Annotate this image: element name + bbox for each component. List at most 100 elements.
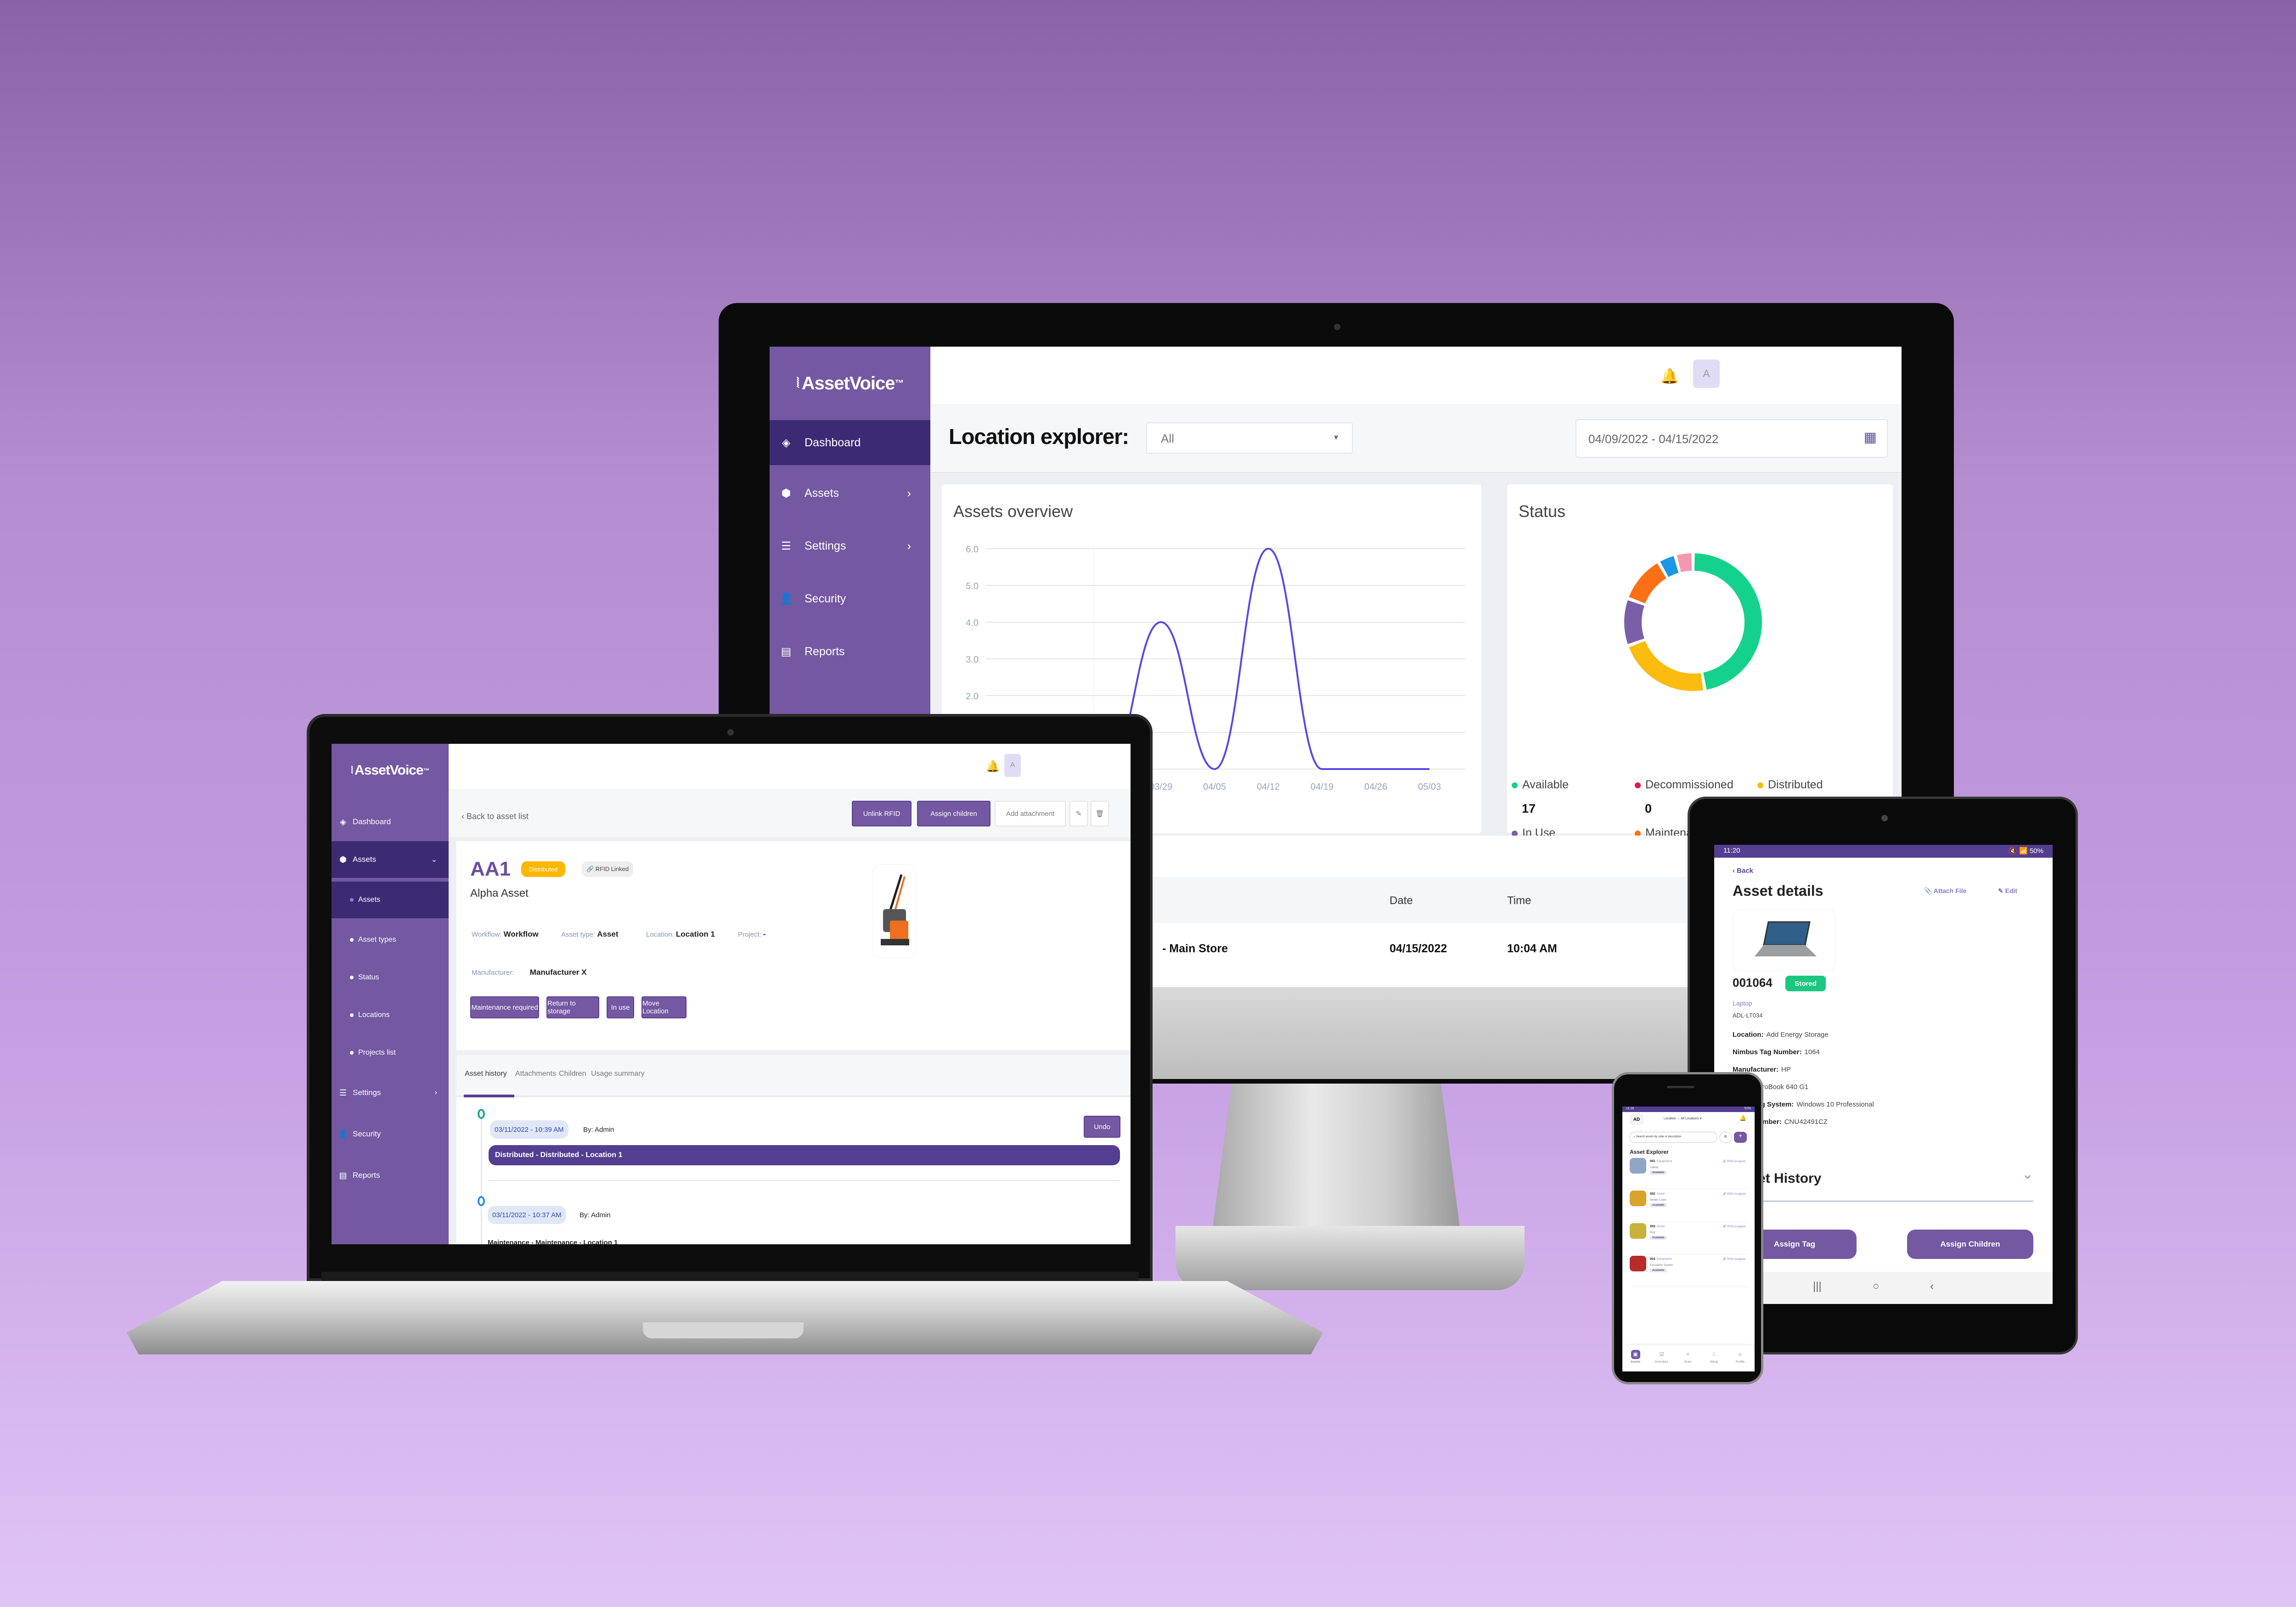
sidebar-item-security[interactable]: 👤 Security — [770, 576, 930, 621]
status-badge: Available — [1650, 1269, 1667, 1272]
tab-attachments[interactable]: Attachments — [515, 1070, 556, 1078]
x-tick-label: 04/12 — [1257, 782, 1280, 792]
sidebar-item-assets[interactable]: ⬢ Assets › — [770, 471, 930, 516]
back-link[interactable]: ‹ Back — [1733, 867, 1753, 875]
laptop-sidebar: ⦚ AssetVoice ™ ◈ Dashboard ⬢ Assets ⌄ Asse… — [332, 744, 449, 1244]
tab-usage-summary[interactable]: Usage summary — [591, 1070, 644, 1078]
undo-button[interactable]: Undo — [1084, 1116, 1120, 1138]
asset-field: Project: - — [738, 930, 766, 938]
list-item[interactable]: 003 Asset RoV Available 🔗 RFID Assigned — [1630, 1223, 1747, 1254]
filter-icon[interactable]: ⚟ — [1720, 1132, 1732, 1143]
action-button-return-to-storage[interactable]: Return to storage — [546, 996, 599, 1018]
avatar[interactable]: AD — [1630, 1114, 1643, 1125]
donut-slice-in-use[interactable] — [1624, 600, 1644, 644]
sidebar-item-dashboard[interactable]: ◈ Dashboard — [332, 804, 449, 840]
list-item[interactable]: 002 Asset Mobile Crane Available 🔗 RFID Assi… — [1630, 1191, 1747, 1222]
attach-file-button[interactable]: 📎 Attach File — [1924, 887, 1966, 895]
tab-inventory[interactable]: ☑ Inventory — [1649, 1350, 1675, 1364]
asset-thumbnail — [1630, 1256, 1646, 1271]
location-select[interactable]: All ▾ — [1146, 422, 1353, 454]
bell-icon[interactable]: 🔔 — [1660, 367, 1679, 385]
sidebar-item-dashboard[interactable]: ◈ Dashboard — [770, 420, 930, 465]
user-shield-icon: 👤 — [338, 1129, 349, 1139]
x-tick-label: 03/29 — [1149, 782, 1172, 792]
tab-assets[interactable]: ▣ Assets — [1622, 1350, 1649, 1364]
sidebar-subitem-asset-types[interactable]: Asset types — [332, 921, 449, 958]
location-selector[interactable]: Location → All Locations ▾ — [1664, 1117, 1701, 1120]
tab-setup[interactable]: ⎍ Setup — [1701, 1350, 1727, 1364]
action-button-maintenance-required[interactable]: Maintenance required — [470, 996, 539, 1018]
history-event: Maintenance - Maintenance - Location 1 — [488, 1239, 618, 1244]
y-tick-label: 2.0 — [966, 691, 979, 702]
brand-logo[interactable]: ⦚ AssetVoice ™ — [783, 360, 917, 406]
avatar[interactable]: A — [1004, 754, 1021, 777]
sidebar-item-reports[interactable]: ▤ Reports — [770, 629, 930, 674]
legend-item-available[interactable]: Available 17 — [1512, 778, 1569, 816]
add-asset-button[interactable]: + — [1734, 1132, 1747, 1143]
profile-icon: ☺ — [1737, 1352, 1743, 1357]
donut-slice-available[interactable] — [1694, 553, 1762, 690]
edit-button[interactable]: ✎ Edit — [1998, 887, 2017, 895]
column-header-time[interactable]: Time — [1507, 894, 1531, 907]
tab-scan[interactable]: ⌗ Scan — [1675, 1350, 1701, 1364]
layers-icon: ◈ — [782, 436, 791, 449]
back-to-asset-list-link[interactable]: ‹ Back to asset list — [461, 812, 529, 821]
asset-description: Mobile Crane — [1650, 1199, 1666, 1202]
brand-logo[interactable]: ⦚ AssetVoice ™ — [338, 753, 442, 787]
document-icon: ▤ — [339, 1170, 347, 1180]
asset-thumbnail — [1630, 1158, 1646, 1174]
assign-children-button[interactable]: Assign Children — [1907, 1230, 2033, 1259]
asset-description: Circulation System — [1650, 1264, 1673, 1267]
sidebar-subitem-assets[interactable]: Assets — [332, 882, 449, 918]
rfid-assigned-label: 🔗 RFID Assigned — [1722, 1193, 1745, 1196]
donut-slice-distributed[interactable] — [1629, 641, 1704, 691]
trash-icon[interactable]: 🗑 — [1091, 801, 1109, 826]
asset-description: Laptop — [1650, 1166, 1659, 1169]
laptop-base — [127, 1281, 1323, 1354]
manufacturer-field: Manufacturer: Manufacturer X — [472, 968, 587, 977]
sidebar-subitem-locations[interactable]: Locations — [332, 997, 449, 1034]
recent-apps-icon[interactable]: ||| — [1813, 1280, 1822, 1293]
chevron-down-icon[interactable]: ⌄ — [2022, 1166, 2033, 1182]
y-tick-label: 6.0 — [966, 545, 979, 555]
assign-children-button[interactable]: Assign children — [917, 801, 990, 826]
column-header-date[interactable]: Date — [1390, 894, 1413, 907]
unlink-rfid-button[interactable]: Unlink RFID — [852, 801, 912, 826]
asset-code: 002 Asset — [1650, 1192, 1665, 1196]
back-icon[interactable]: ‹ — [1930, 1280, 1934, 1293]
assets-icon: ▣ — [1631, 1350, 1640, 1359]
bell-icon[interactable]: 🔔 — [1739, 1115, 1746, 1121]
tablet-asset-details: 11:20 🔇 📶 50% ‹ Back Asset details 📎 Att… — [1714, 845, 2053, 1304]
sidebar-subitem-projects-list[interactable]: Projects list — [332, 1034, 449, 1071]
sidebar-item-security[interactable]: 👤 Security — [332, 1116, 449, 1152]
cell-date: 04/15/2022 — [1390, 942, 1447, 955]
sidebar-item-assets[interactable]: ⬢ Assets ⌄ — [332, 841, 449, 878]
avatar[interactable]: A — [1693, 360, 1720, 388]
tab-asset-history[interactable]: Asset history — [465, 1070, 507, 1078]
edit-icon[interactable]: ✎ — [1069, 801, 1088, 826]
donut-slice-other[interactable] — [1677, 553, 1692, 573]
tab-children[interactable]: Children — [559, 1070, 586, 1078]
bell-icon[interactable]: 🔔 — [986, 760, 1000, 773]
rfid-linked-badge: 🔗 RFID Linked — [582, 861, 634, 877]
action-button-move-location[interactable]: Move Location — [642, 996, 687, 1018]
sidebar-item-settings[interactable]: ☰ Settings › — [332, 1074, 449, 1111]
asset-field: Workflow: Workflow — [472, 930, 539, 938]
date-range-picker[interactable]: 04/09/2022 - 04/15/2022 ▦ — [1576, 419, 1888, 458]
add-attachment-button[interactable]: Add attachment — [995, 801, 1066, 826]
list-item[interactable]: 001 Equipment Laptop Available 🔗 RFID Assign… — [1630, 1158, 1747, 1189]
sidebar-subitem-status[interactable]: Status — [332, 959, 449, 996]
sidebar-item-reports[interactable]: ▤ Reports — [332, 1157, 449, 1194]
tab-profile[interactable]: ☺ Profile — [1727, 1350, 1753, 1364]
donut-slice-maintenance[interactable] — [1629, 563, 1666, 604]
list-item[interactable]: 004 Equipment Circulation System Available 🔗… — [1630, 1256, 1747, 1287]
sidebar-item-settings[interactable]: ☰ Settings › — [770, 523, 930, 568]
action-button-in-use[interactable]: In use — [607, 996, 634, 1018]
home-icon[interactable]: ○ — [1873, 1280, 1880, 1293]
chevron-down-icon: ⌄ — [431, 856, 437, 864]
chevron-right-icon: › — [907, 486, 911, 500]
search-input[interactable]: ⌕ Search assets by code or description — [1630, 1132, 1717, 1143]
sliders-icon: ☰ — [781, 539, 791, 552]
history-datetime: 03/11/2022 - 10:39 AM — [490, 1120, 568, 1139]
asset-code: AA1 — [470, 858, 511, 880]
